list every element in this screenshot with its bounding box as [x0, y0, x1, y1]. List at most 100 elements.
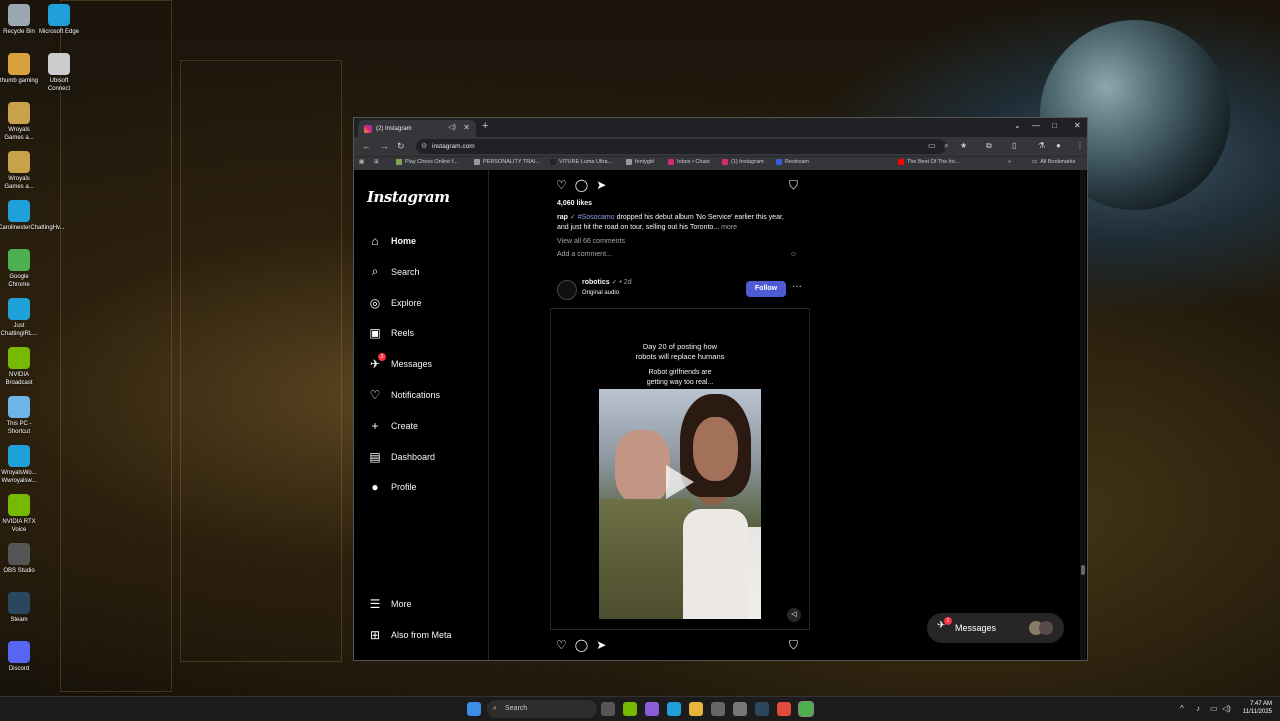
desktop-icon[interactable]: Wroyals Games a... [0, 151, 40, 191]
sidebar-icon[interactable]: ▯ [1012, 141, 1016, 150]
maximize-button[interactable]: □ [1052, 121, 1057, 130]
tab-instagram[interactable]: (2) Instagram ◁) ✕ [358, 120, 476, 137]
post-options-icon[interactable]: ··· [792, 282, 802, 292]
volume-icon[interactable]: ◁) [1222, 704, 1231, 713]
save-icon[interactable]: ⛉ [789, 638, 798, 653]
bookmark-item[interactable]: VITURE Luma Ultra... [550, 159, 612, 165]
mic-icon[interactable]: ♪ [1196, 704, 1200, 713]
copilot-icon[interactable] [645, 702, 659, 716]
zoom-icon[interactable]: ⌕ [944, 141, 948, 151]
post1-likes[interactable]: 4,060 likes [557, 199, 592, 209]
more-bookmarks-icon[interactable]: » [1008, 159, 1011, 165]
like-icon[interactable]: ♡ [556, 178, 567, 192]
close-tab-icon[interactable]: ✕ [463, 123, 470, 132]
address-bar[interactable]: ⚙ instagram.com [416, 139, 946, 154]
reel-video[interactable]: Day 20 of posting how robots will replac… [550, 308, 810, 630]
nav-also-from-meta[interactable]: ⊞ Also from Meta [368, 628, 452, 642]
nav-search[interactable]: ⌕ Search [368, 264, 420, 279]
nav-explore[interactable]: ◎ Explore [368, 296, 422, 310]
forward-icon[interactable]: → [380, 141, 389, 151]
nav-home[interactable]: ⌂ Home [368, 234, 416, 248]
file-explorer-icon[interactable] [689, 702, 703, 716]
post1-username[interactable]: rap [557, 214, 568, 221]
robotics-avatar[interactable] [557, 280, 577, 300]
nav-more[interactable]: ☰ More [368, 597, 412, 611]
bookmark-item[interactable]: Inbox • Chats [668, 159, 710, 165]
desktop-icon[interactable]: Recycle Bin [0, 4, 40, 36]
settings-icon[interactable] [733, 702, 747, 716]
bookmark-item[interactable]: Restream [776, 159, 809, 165]
desktop-icon[interactable]: OBS Studio [0, 543, 40, 575]
desktop-icon[interactable]: WroyalsWo... Wwroyalsw... [0, 445, 40, 485]
add-comment-input[interactable]: Add a comment... ☺ [557, 250, 797, 260]
bookmark-item[interactable]: Play Chess Online f... [396, 159, 458, 165]
profile-icon[interactable]: ● [1056, 141, 1061, 150]
desktop-icon[interactable]: Microsoft Edge [38, 4, 80, 36]
network-icon[interactable]: ▭ [1210, 704, 1218, 713]
desktop-icon[interactable]: This PC - Shortcut [0, 396, 40, 436]
lab-icon[interactable]: ⚗ [1038, 141, 1045, 150]
extensions-icon[interactable]: ⧉ [986, 141, 992, 151]
desktop-icon[interactable]: Just ChattingIRL... [0, 298, 40, 338]
tab-search-icon[interactable]: ⌄ [1014, 121, 1021, 130]
bookmark-item[interactable]: PERSONALITY TRAI... [474, 159, 540, 165]
back-icon[interactable]: ← [362, 141, 371, 151]
apps-icon[interactable]: ▦ [359, 159, 364, 165]
steam-icon[interactable] [755, 702, 769, 716]
nav-notifications[interactable]: ♡ Notifications [368, 388, 440, 402]
new-tab-button[interactable]: + [482, 120, 488, 132]
edge-icon[interactable] [667, 702, 681, 716]
desktop-icon[interactable]: Wroyals Games a... [0, 102, 40, 142]
chrome-icon[interactable] [798, 701, 814, 717]
bookmark-item[interactable]: The Best Of The Int... [898, 159, 959, 165]
post2-audio[interactable]: Original audio [582, 288, 619, 298]
mute-icon[interactable]: ◁ [787, 608, 801, 622]
comment-icon[interactable]: ◯ [575, 178, 588, 192]
desktop-icon[interactable]: Discord [0, 641, 40, 673]
comment-icon[interactable]: ◯ [575, 638, 588, 652]
taskbar-search[interactable]: ⌕ Search [487, 700, 597, 718]
reload-icon[interactable]: ↻ [397, 141, 405, 152]
scrollbar[interactable] [1080, 170, 1086, 660]
all-bookmarks[interactable]: ▭ All Bookmarks [1032, 159, 1075, 165]
nav-profile[interactable]: ● Profile [368, 480, 416, 494]
desktop-icon[interactable]: NVIDIA RTX Voice [0, 494, 40, 534]
site-info-icon[interactable]: ⚙ [421, 139, 427, 154]
share-icon[interactable]: ➤ [596, 178, 606, 192]
play-icon[interactable] [666, 464, 694, 499]
desktop-icon[interactable]: Ubisoft Connect [38, 53, 80, 93]
cast-icon[interactable]: ▭ [928, 141, 936, 150]
bookmark-star-icon[interactable]: ★ [960, 141, 967, 150]
bookmark-item[interactable]: fentygirl [626, 159, 654, 165]
post1-more[interactable]: more [719, 224, 737, 231]
minimize-button[interactable]: — [1032, 121, 1040, 130]
desktop-icon[interactable]: CarolinesterChattingHv... [0, 200, 65, 232]
nav-create[interactable]: + Create [368, 419, 418, 433]
bookmark-item[interactable]: (1) Instagram [722, 159, 764, 165]
scrollbar-thumb[interactable] [1081, 565, 1085, 575]
save-icon[interactable]: ⛉ [789, 178, 798, 193]
clock[interactable]: 7:47 AM 11/11/2025 [1243, 700, 1272, 716]
post1-hashtag[interactable]: #Sosocamo [578, 214, 615, 221]
desktop-icon[interactable]: NVIDIA Broadcast [0, 347, 40, 387]
nav-dashboard[interactable]: ▤ Dashboard [368, 450, 435, 464]
speaker-icon[interactable]: ◁) [448, 123, 456, 131]
calculator-icon[interactable] [711, 702, 725, 716]
close-window-button[interactable]: ✕ [1074, 121, 1081, 130]
view-comments-link[interactable]: View all 66 comments [557, 237, 625, 247]
task-view-icon[interactable] [601, 702, 615, 716]
emoji-icon[interactable]: ☺ [790, 250, 797, 260]
like-icon[interactable]: ♡ [556, 638, 567, 652]
instagram-logo[interactable]: Instagram [367, 188, 450, 206]
post2-username[interactable]: robotics [582, 279, 610, 286]
menu-icon[interactable]: ⋮ [1076, 141, 1084, 150]
messages-pill[interactable]: ✈ 2 Messages [927, 613, 1064, 643]
tray-chevron-icon[interactable]: ^ [1180, 704, 1184, 713]
nav-reels[interactable]: ▣ Reels [368, 326, 414, 340]
desktop-icon[interactable]: Steam [0, 592, 40, 624]
grid-icon[interactable]: ⊞ [374, 159, 379, 165]
follow-button[interactable]: Follow [746, 281, 786, 297]
desktop-icon[interactable]: Google Chrome [0, 249, 40, 289]
app-icon[interactable] [777, 702, 791, 716]
nav-messages[interactable]: ✈ 2 Messages [368, 353, 432, 371]
